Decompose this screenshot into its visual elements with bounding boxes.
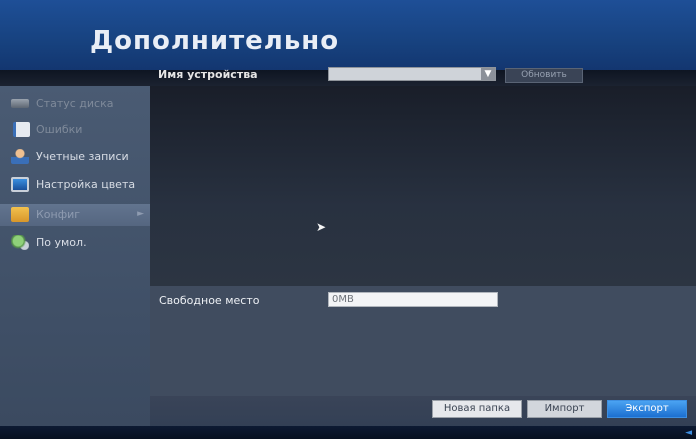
free-space-label: Свободное место: [159, 294, 260, 307]
sidebar-item-config[interactable]: Конфиг ►: [0, 204, 150, 226]
device-name-select[interactable]: ▼: [328, 67, 496, 81]
status-strip: ◄: [0, 426, 696, 439]
monitor-color-icon: [11, 177, 29, 192]
sidebar-item-label: Конфиг: [36, 208, 81, 221]
mouse-pointer-icon: ➤: [316, 220, 327, 234]
chevron-down-icon[interactable]: ▼: [481, 68, 495, 80]
sidebar-item-errors[interactable]: Ошибки: [0, 119, 150, 141]
sidebar-item-disk-status[interactable]: Статус диска: [0, 93, 150, 115]
sidebar-item-defaults[interactable]: По умол.: [0, 232, 150, 254]
free-space-value: 0MB: [328, 292, 498, 307]
config-file-list[interactable]: [150, 86, 696, 286]
app-header: Дополнительно: [0, 0, 696, 70]
folder-config-icon: [11, 207, 29, 222]
hdd-icon: [11, 99, 29, 108]
sidebar-item-label: По умол.: [36, 236, 87, 249]
back-arrow-icon[interactable]: ◄: [685, 428, 692, 438]
sidebar: Статус диска Ошибки Учетные записи Настр…: [0, 86, 150, 426]
chevron-right-icon: ►: [137, 209, 144, 219]
new-folder-button[interactable]: Новая папка: [432, 400, 522, 418]
page-title: Дополнительно: [90, 26, 340, 56]
sidebar-item-label: Настройка цвета: [36, 178, 136, 191]
default-settings-icon: [11, 235, 29, 250]
refresh-button[interactable]: Обновить: [505, 68, 583, 83]
error-log-icon: [13, 122, 30, 137]
device-name-label: Имя устройства: [158, 68, 258, 81]
sidebar-item-color-settings[interactable]: Настройка цвета: [0, 174, 150, 196]
export-button[interactable]: Экспорт: [607, 400, 687, 418]
sidebar-item-label: Статус диска: [36, 97, 114, 110]
sidebar-item-label: Ошибки: [36, 123, 83, 136]
user-accounts-icon: [11, 149, 29, 164]
sidebar-item-label: Учетные записи: [36, 150, 129, 163]
import-button[interactable]: Импорт: [527, 400, 602, 418]
sidebar-item-accounts[interactable]: Учетные записи: [0, 146, 150, 168]
